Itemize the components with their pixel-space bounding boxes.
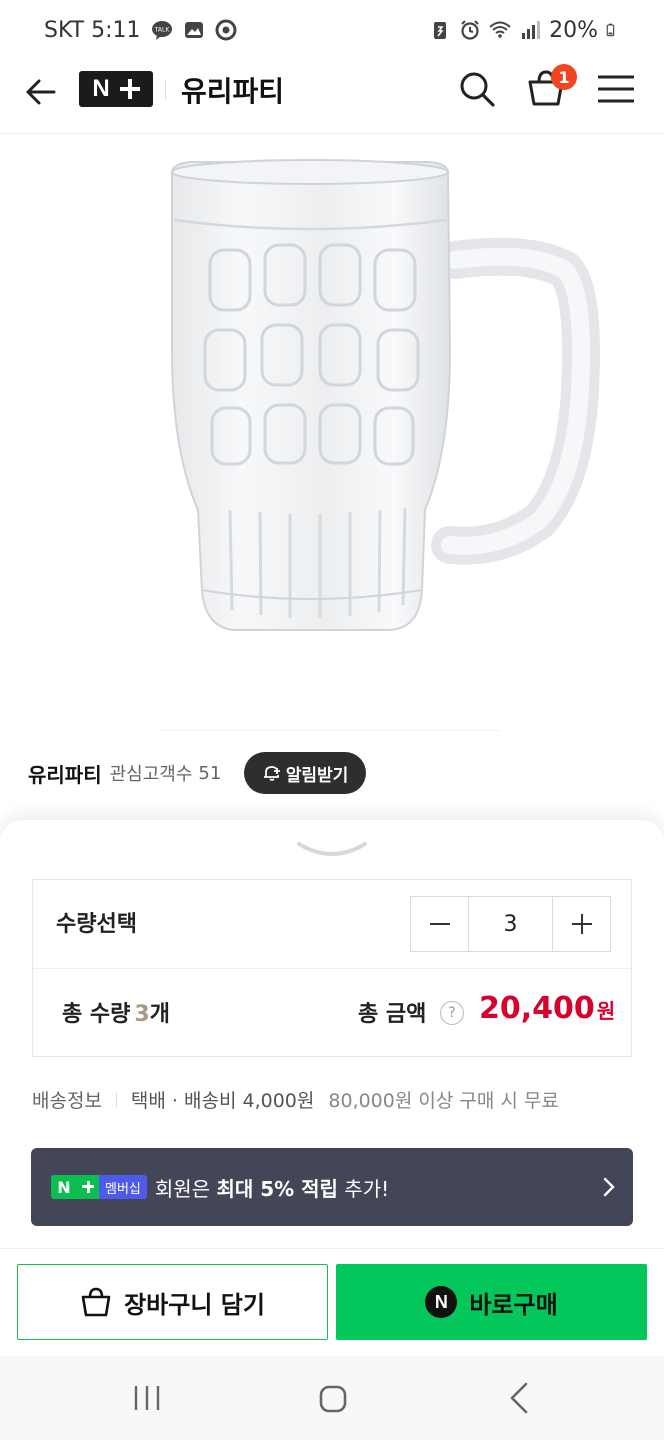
quantity-divider [33,968,631,969]
alarm-subscribe-button[interactable]: 알림받기 [244,752,366,794]
add-to-cart-button[interactable]: 장바구니 담기 [17,1264,328,1340]
naverpay-n-icon: N [425,1286,458,1318]
bell-plus-icon [263,766,280,781]
svg-text:TALK: TALK [153,27,170,34]
chrome-icon [215,19,237,41]
total-quantity-number: 3 [134,1002,150,1027]
total-price-value: 20,400 [479,991,595,1026]
store-title[interactable]: 유리파티 [181,70,284,110]
membership-text-bold: 최대 5% 적립 [216,1176,338,1201]
shipping-info: 배송정보 택배 · 배송비 4,000원 80,000원 이상 구매 시 무료 [32,1086,559,1113]
carrier-time: SKT 5:11 [44,17,141,43]
recent-apps-icon[interactable] [132,1384,162,1412]
collapse-chevron-icon[interactable] [296,838,368,860]
nplus-membership-badge: N 멤버십 [51,1175,147,1199]
nplus-logo-n: N [92,75,110,102]
battery-saver-icon [434,22,447,39]
product-image[interactable] [150,150,600,650]
store-name[interactable]: 유리파티 [28,759,102,788]
shipping-free-condition: 80,000원 이상 구매 시 무료 [328,1090,559,1112]
membership-banner[interactable]: N 멤버십 회원은 최대 5% 적립 추가! [31,1148,633,1226]
total-price: 20,400 원 [479,991,615,1026]
wifi-icon [489,21,511,38]
menu-icon[interactable] [598,74,634,104]
shopping-bag-icon [81,1287,111,1317]
quantity-decrease-button[interactable] [411,897,469,951]
membership-text-pre: 회원은 [154,1176,217,1201]
membership-text-post: 추가! [337,1176,390,1201]
shipping-separator [115,1091,117,1108]
quantity-stepper: 3 [410,896,611,952]
battery-icon [606,23,615,37]
add-to-cart-label: 장바구니 담기 [124,1290,265,1319]
alarm-icon [461,20,479,40]
nplus-logo-plus [119,79,140,99]
help-icon[interactable]: ? [440,1001,464,1025]
quantity-select-label: 수량선택 [56,912,137,937]
shipping-label: 배송정보 [32,1090,102,1112]
nplus-badge-n: N [51,1175,77,1199]
nplus-badge-plus [77,1175,99,1199]
header-divider [165,80,166,100]
total-quantity-prefix: 총 수량 [62,1002,131,1027]
buy-now-button[interactable]: N 바로구매 [336,1264,647,1340]
signal-icon [522,21,541,39]
membership-text: 회원은 최대 5% 적립 추가! [155,1173,389,1202]
cart-count-badge: 1 [551,64,577,90]
shipping-method: 택배 · 배송비 4,000원 [130,1090,315,1112]
total-quantity: 총 수량 3개 [62,996,170,1028]
home-icon[interactable] [318,1384,348,1414]
total-price-label: 총 금액 [358,1002,427,1027]
search-icon[interactable] [458,70,496,108]
membership-tag: 멤버십 [99,1175,147,1199]
top-navigation: N 유리파티 1 [0,60,664,134]
kakaotalk-icon: TALK [151,21,172,40]
system-back-icon[interactable] [508,1382,530,1414]
quantity-increase-button[interactable] [552,897,610,951]
back-arrow-icon[interactable] [24,74,60,110]
status-bar: SKT 5:11 TALK 20% [0,0,664,60]
alarm-subscribe-label: 알림받기 [285,765,349,786]
gallery-icon [184,22,203,38]
buy-now-label: 바로구매 [469,1290,558,1319]
image-divider [160,730,500,731]
quantity-value[interactable]: 3 [469,897,552,951]
followers-label: 관심고객수 [109,764,193,785]
chevron-right-icon [603,1177,615,1197]
battery-percent: 20% [549,17,598,43]
total-price-unit: 원 [596,999,616,1023]
followers-count: 51 [198,762,222,784]
total-quantity-suffix: 개 [149,1002,170,1027]
store-info: 유리파티 관심고객수 51 [28,752,221,794]
nplus-logo[interactable]: N [79,71,153,107]
